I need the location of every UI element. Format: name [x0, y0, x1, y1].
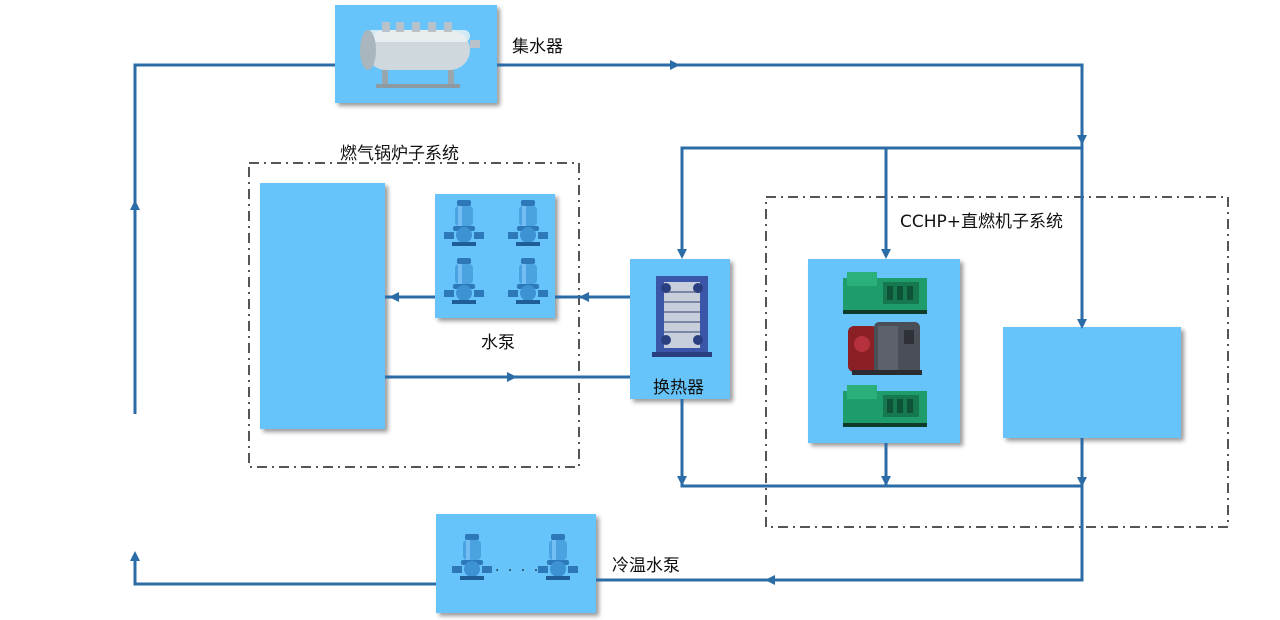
pipe-branch [680, 146, 1082, 250]
cchp-system-label: CCHP+直燃机子系统 [900, 212, 1064, 232]
heat-exchanger-label: 换热器 [653, 378, 704, 398]
absorption-chiller-icon [848, 322, 922, 375]
system-diagram [130, 5, 1229, 613]
boiler-box [260, 183, 385, 429]
water-pump-label: 水泵 [481, 333, 515, 353]
header-tank-label: 集水器 [512, 37, 563, 57]
pipe-cold-pump-out [133, 554, 436, 586]
pipe-header-out [497, 63, 1084, 322]
plate-heat-exchanger-icon [652, 276, 712, 357]
cold-pump-dots: · · · · [495, 563, 541, 579]
direct-fired-box [1003, 327, 1181, 438]
boiler-system-label: 燃气锅炉子系统 [340, 144, 459, 164]
cold-pump-label: 冷温水泵 [612, 556, 680, 576]
